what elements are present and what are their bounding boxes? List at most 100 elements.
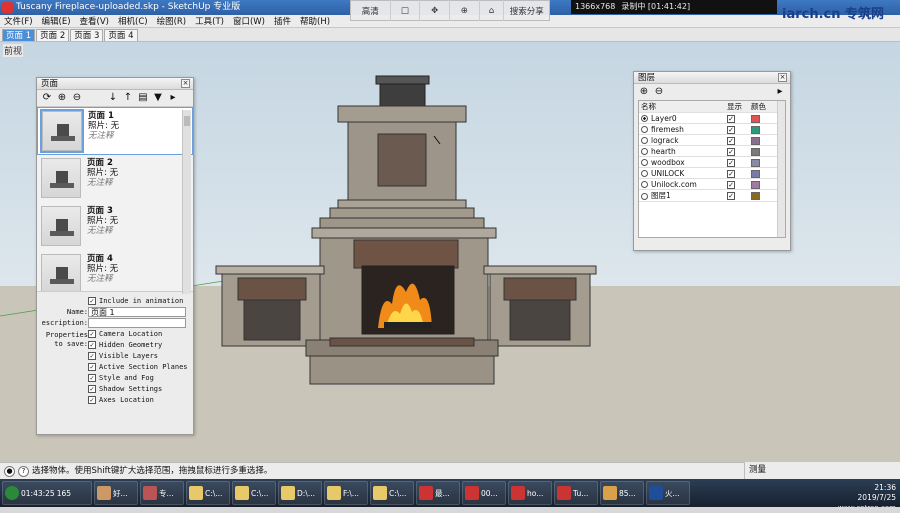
taskbar-button[interactable]: ho... bbox=[508, 481, 552, 505]
active-layer-radio[interactable] bbox=[641, 192, 648, 200]
fullscreen-icon[interactable]: □ bbox=[391, 0, 421, 21]
scene-list-scrollbar[interactable] bbox=[182, 110, 191, 294]
layer-color-swatch[interactable] bbox=[751, 169, 760, 178]
taskbar-button[interactable]: F:\... bbox=[324, 481, 368, 505]
layer-visible-checkbox[interactable]: ✓ bbox=[727, 114, 735, 123]
scene-description-input[interactable] bbox=[88, 318, 186, 328]
delete-layer-icon[interactable]: ⊖ bbox=[653, 86, 665, 98]
layer-visible-checkbox[interactable]: ✓ bbox=[727, 158, 735, 167]
scene-item[interactable]: 页面 3 照片: 无无注释 bbox=[37, 203, 193, 251]
menu-item[interactable]: 编辑(E) bbox=[42, 15, 71, 27]
include-animation-checkbox[interactable]: ✓ bbox=[88, 297, 96, 305]
active-layer-radio[interactable] bbox=[641, 170, 648, 177]
active-layer-radio[interactable] bbox=[641, 115, 648, 122]
menu-item[interactable]: 窗口(W) bbox=[233, 15, 265, 27]
layer-visible-header[interactable]: 显示 bbox=[725, 101, 749, 113]
layer-name-header[interactable]: 名称 bbox=[639, 101, 725, 113]
layer-row[interactable]: woodbox ✓ bbox=[639, 156, 785, 168]
search-share-button[interactable]: 搜索分享 bbox=[504, 0, 549, 21]
taskbar-button[interactable]: 好... bbox=[94, 481, 138, 505]
layer-color-swatch[interactable] bbox=[751, 114, 760, 123]
property-checkbox[interactable]: ✓ bbox=[88, 396, 96, 404]
layer-color-swatch[interactable] bbox=[751, 192, 760, 200]
property-checkbox[interactable]: ✓ bbox=[88, 341, 96, 349]
active-layer-radio[interactable] bbox=[641, 159, 648, 166]
zoom-icon[interactable]: ⊕ bbox=[450, 0, 480, 21]
layer-color-swatch[interactable] bbox=[751, 158, 760, 167]
close-icon[interactable]: × bbox=[181, 79, 190, 88]
expand-icon[interactable]: ▸ bbox=[167, 92, 179, 104]
taskbar-button[interactable]: 火... bbox=[646, 481, 690, 505]
layer-visible-checkbox[interactable]: ✓ bbox=[727, 180, 735, 189]
menu-item[interactable]: 相机(C) bbox=[118, 15, 148, 27]
property-checkbox[interactable]: ✓ bbox=[88, 385, 96, 393]
taskbar-button[interactable]: C:\... bbox=[186, 481, 230, 505]
active-layer-radio[interactable] bbox=[641, 148, 648, 155]
layer-row[interactable]: firemesh ✓ bbox=[639, 123, 785, 135]
scene-tab[interactable]: 页面 4 bbox=[104, 29, 138, 41]
move-icon[interactable]: ✥ bbox=[420, 0, 450, 21]
view-options-icon[interactable]: ▤ bbox=[137, 92, 149, 104]
model-viewport[interactable]: 前视 页面 × ⟳ ⊕ ⊖ ↓ ↑ ▤ ▼ ▸ 页面 1 照片: 无 无注释 页… bbox=[0, 42, 900, 462]
scene-name-input[interactable]: 页面 1 bbox=[88, 307, 186, 317]
show-details-icon[interactable]: ▼ bbox=[152, 92, 164, 104]
layer-color-swatch[interactable] bbox=[751, 147, 760, 156]
layer-color-swatch[interactable] bbox=[751, 180, 760, 189]
measurements-box[interactable]: 测量 bbox=[744, 462, 900, 479]
active-layer-radio[interactable] bbox=[641, 126, 648, 133]
active-layer-radio[interactable] bbox=[641, 137, 648, 144]
move-down-icon[interactable]: ↓ bbox=[107, 92, 119, 104]
menu-item[interactable]: 查看(V) bbox=[80, 15, 109, 27]
close-icon[interactable]: × bbox=[778, 73, 787, 82]
move-up-icon[interactable]: ↑ bbox=[122, 92, 134, 104]
active-layer-radio[interactable] bbox=[641, 181, 648, 188]
scene-tab[interactable]: 页面 2 bbox=[36, 29, 70, 41]
scene-tab[interactable]: 页面 3 bbox=[70, 29, 104, 41]
taskbar-button[interactable]: C:\... bbox=[370, 481, 414, 505]
details-arrow-icon[interactable]: ▸ bbox=[774, 86, 786, 98]
scene-item[interactable]: 页面 1 照片: 无无注释 bbox=[37, 107, 193, 155]
help-icon[interactable]: ? bbox=[18, 465, 29, 477]
scene-item[interactable]: 页面 2 照片: 无无注释 bbox=[37, 155, 193, 203]
property-checkbox[interactable]: ✓ bbox=[88, 352, 96, 360]
layer-row[interactable]: UNILOCK ✓ bbox=[639, 167, 785, 179]
layer-row[interactable]: 图层1 ✓ bbox=[639, 189, 785, 202]
taskbar-button[interactable]: Tu... bbox=[554, 481, 598, 505]
property-checkbox[interactable]: ✓ bbox=[88, 363, 96, 371]
menu-item[interactable]: 绘图(R) bbox=[157, 15, 187, 27]
menu-item[interactable]: 文件(F) bbox=[4, 15, 33, 27]
scene-tab[interactable]: 页面 1 bbox=[2, 29, 36, 41]
menu-item[interactable]: 帮助(H) bbox=[300, 15, 330, 27]
layer-visible-checkbox[interactable]: ✓ bbox=[727, 125, 735, 134]
taskbar-button[interactable]: 最... bbox=[416, 481, 460, 505]
system-clock[interactable]: 21:36 2019/7/25 www.cntren.com bbox=[838, 479, 896, 512]
taskbar-button[interactable]: 专... bbox=[140, 481, 184, 505]
layers-scrollbar[interactable] bbox=[777, 101, 785, 237]
layer-row[interactable]: Unilock.com ✓ bbox=[639, 178, 785, 190]
taskbar-button[interactable]: D:\... bbox=[278, 481, 322, 505]
menu-item[interactable]: 工具(T) bbox=[195, 15, 224, 27]
recorder-timer-widget[interactable]: 01:43:25 165 bbox=[2, 481, 92, 505]
layer-visible-checkbox[interactable]: ✓ bbox=[727, 169, 735, 178]
property-checkbox[interactable]: ✓ bbox=[88, 330, 96, 338]
taskbar-button[interactable]: 85... bbox=[600, 481, 644, 505]
layer-visible-checkbox[interactable]: ✓ bbox=[727, 136, 735, 145]
menu-item[interactable]: 插件 bbox=[274, 15, 291, 27]
taskbar-button[interactable]: 00... bbox=[462, 481, 506, 505]
layer-visible-checkbox[interactable]: ✓ bbox=[727, 192, 735, 200]
add-scene-icon[interactable]: ⊕ bbox=[56, 92, 68, 104]
home-icon[interactable]: ⌂ bbox=[480, 0, 505, 21]
add-layer-icon[interactable]: ⊕ bbox=[638, 86, 650, 98]
refresh-icon[interactable]: ⟳ bbox=[41, 92, 53, 104]
taskbar-button[interactable]: C:\... bbox=[232, 481, 276, 505]
layer-color-swatch[interactable] bbox=[751, 125, 760, 134]
hd-button[interactable]: 高清 bbox=[351, 0, 391, 21]
scene-item[interactable]: 页面 4 照片: 无无注释 bbox=[37, 251, 193, 291]
layer-visible-checkbox[interactable]: ✓ bbox=[727, 147, 735, 156]
property-checkbox[interactable]: ✓ bbox=[88, 374, 96, 382]
layer-color-swatch[interactable] bbox=[751, 136, 760, 145]
layer-row[interactable]: hearth ✓ bbox=[639, 145, 785, 157]
remove-scene-icon[interactable]: ⊖ bbox=[71, 92, 83, 104]
layer-row[interactable]: lograck ✓ bbox=[639, 134, 785, 146]
layer-row[interactable]: Layer0 ✓ bbox=[639, 112, 785, 124]
